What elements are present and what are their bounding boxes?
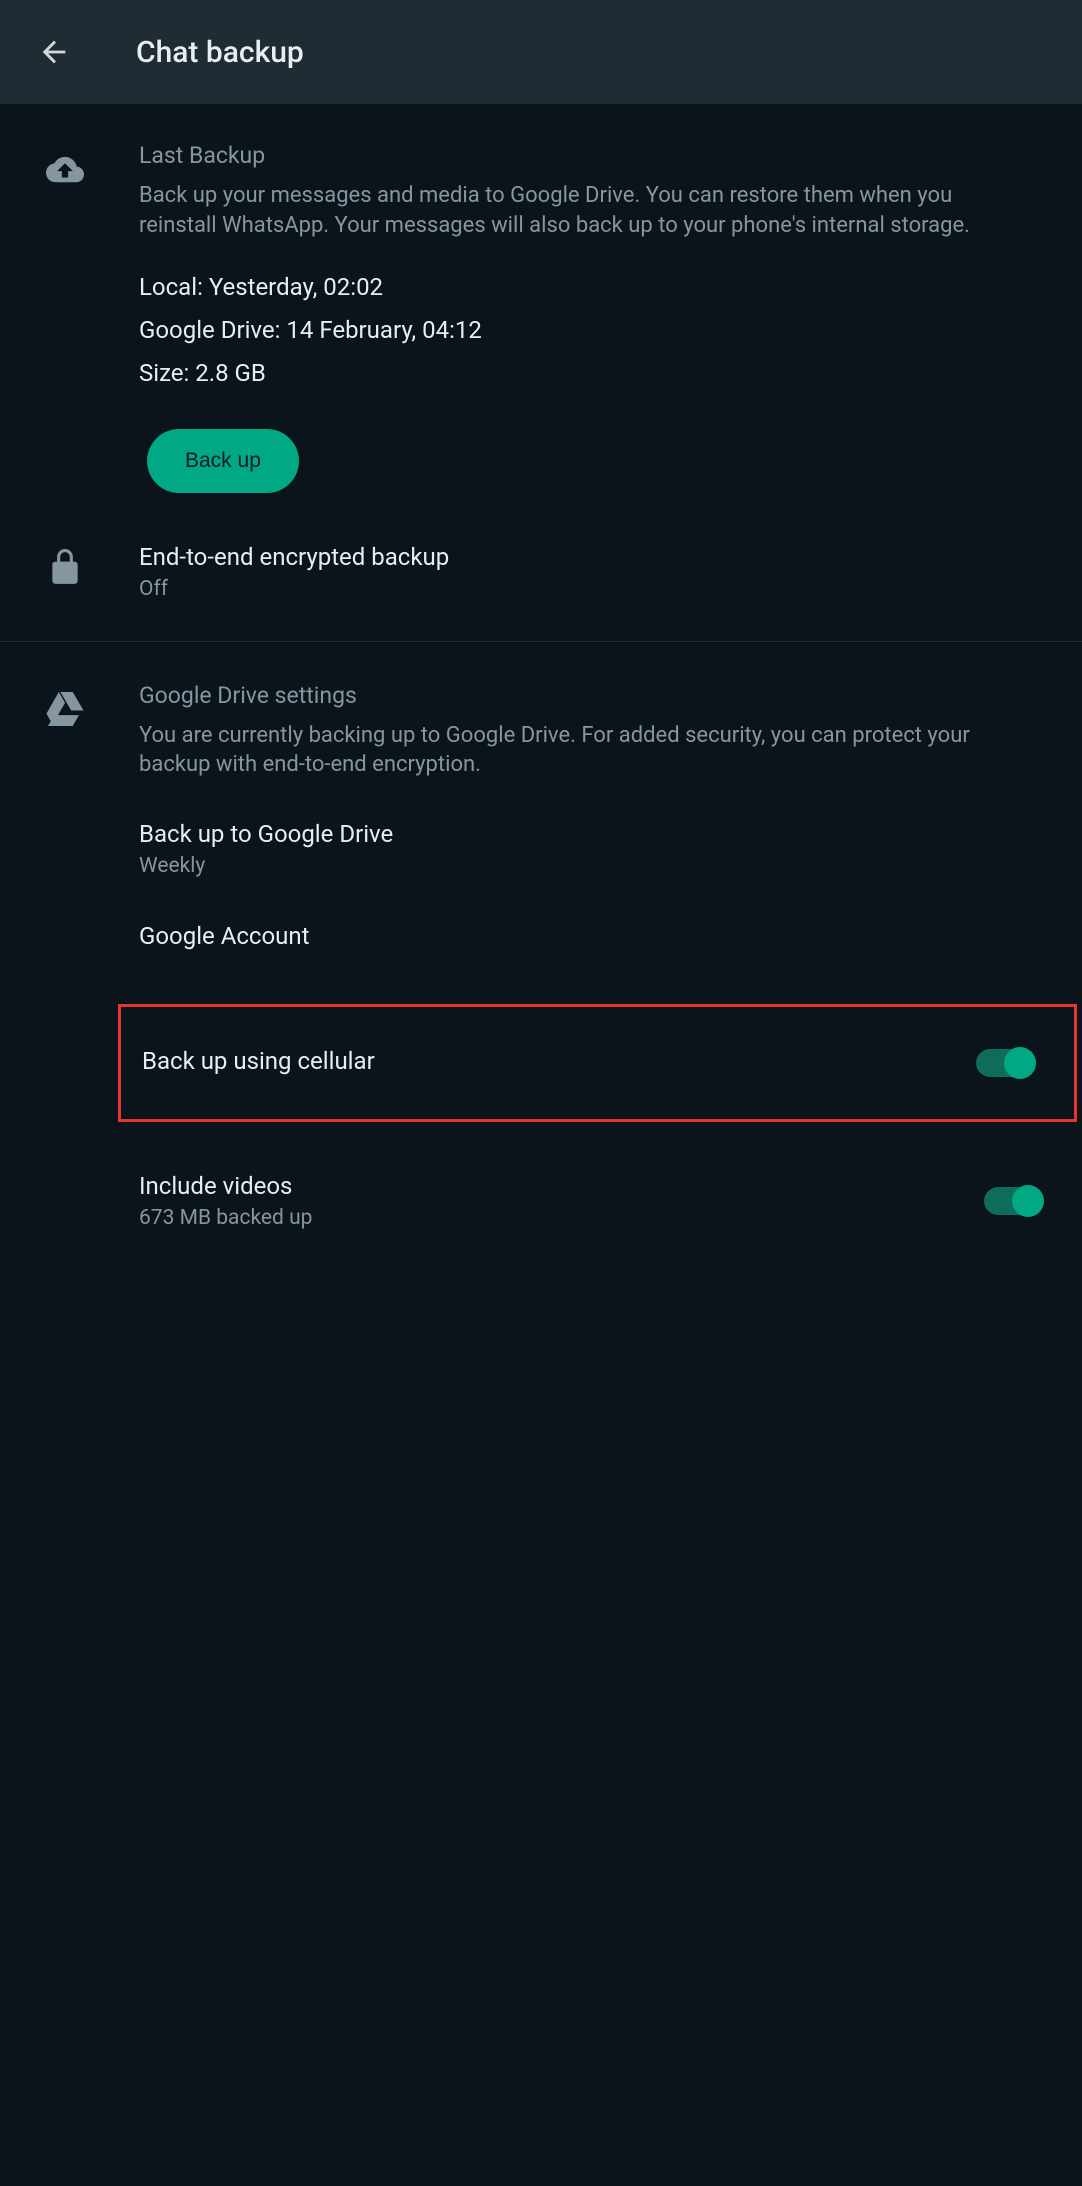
page-title: Chat backup (136, 35, 304, 70)
back-button[interactable] (30, 28, 78, 76)
divider (0, 641, 1082, 642)
last-backup-body: Last Backup Back up your messages and me… (139, 142, 1054, 523)
backup-cellular-text: Back up using cellular (142, 1047, 976, 1079)
last-backup-title: Last Backup (139, 142, 1034, 169)
e2e-title: End-to-end encrypted backup (139, 543, 1034, 571)
include-videos-subtitle: 673 MB backed up (139, 1206, 984, 1230)
gdrive-backup-info: Google Drive: 14 February, 04:12 (139, 313, 1034, 348)
backup-cellular-title: Back up using cellular (142, 1047, 976, 1075)
lock-icon (46, 549, 84, 587)
include-videos-row[interactable]: Include videos 673 MB backed up (0, 1150, 1082, 1252)
include-videos-toggle[interactable] (984, 1187, 1042, 1215)
arrow-left-icon (37, 35, 71, 69)
backup-size-info: Size: 2.8 GB (139, 356, 1034, 391)
gdrive-settings-title: Google Drive settings (139, 682, 1034, 709)
e2e-body: End-to-end encrypted backup Off (139, 543, 1054, 601)
toggle-knob (1012, 1185, 1044, 1217)
backup-button[interactable]: Back up (147, 429, 299, 493)
last-backup-description: Back up your messages and media to Googl… (139, 181, 1034, 240)
google-drive-icon (46, 692, 84, 730)
backup-to-gdrive-text: Back up to Google Drive Weekly (139, 820, 1052, 878)
gdrive-section: Google Drive settings You are currently … (0, 668, 1082, 798)
e2e-backup-row[interactable]: End-to-end encrypted backup Off (0, 533, 1082, 629)
cloud-upload-icon (46, 152, 84, 190)
backup-to-gdrive-value: Weekly (139, 854, 1052, 878)
backup-cellular-toggle[interactable] (976, 1049, 1034, 1077)
toggle-knob (1004, 1047, 1036, 1079)
google-account-title: Google Account (139, 922, 1052, 950)
e2e-status: Off (139, 577, 1034, 601)
local-backup-info: Local: Yesterday, 02:02 (139, 270, 1034, 305)
backup-to-gdrive-row[interactable]: Back up to Google Drive Weekly (0, 798, 1082, 900)
gdrive-body: Google Drive settings You are currently … (139, 682, 1054, 790)
include-videos-title: Include videos (139, 1172, 984, 1200)
google-account-text: Google Account (139, 922, 1052, 954)
app-header: Chat backup (0, 0, 1082, 104)
content-area: Last Backup Back up your messages and me… (0, 104, 1082, 1252)
include-videos-text: Include videos 673 MB backed up (139, 1172, 984, 1230)
google-account-row[interactable]: Google Account (0, 900, 1082, 976)
backup-cellular-row[interactable]: Back up using cellular (118, 1004, 1077, 1122)
backup-to-gdrive-title: Back up to Google Drive (139, 820, 1052, 848)
gdrive-settings-desc: You are currently backing up to Google D… (139, 721, 1034, 780)
last-backup-section: Last Backup Back up your messages and me… (0, 132, 1082, 533)
